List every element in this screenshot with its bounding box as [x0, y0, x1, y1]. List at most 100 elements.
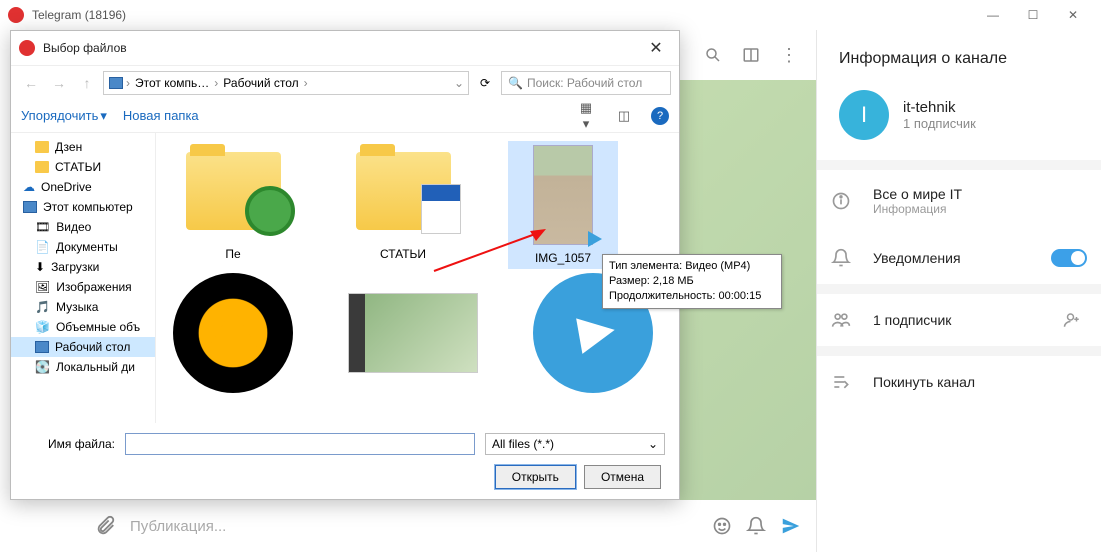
file-grid: Пе СТАТЬИ IMG_1057 — [156, 133, 679, 423]
nav-forward-icon[interactable]: → — [47, 75, 71, 91]
emoji-icon[interactable] — [712, 516, 732, 536]
documents-icon: 📄 — [35, 240, 50, 254]
file-tile-folder-stati[interactable]: СТАТЬИ — [338, 141, 468, 269]
window-titlebar: Telegram (18196) — ☐ ✕ — [0, 0, 1101, 30]
leave-channel-label: Покинуть канал — [873, 374, 1087, 390]
channel-name: it-tehnik — [903, 99, 976, 116]
desktop-icon — [35, 341, 49, 353]
cancel-button[interactable]: Отмена — [584, 465, 661, 489]
file-tooltip: Тип элемента: Видео (MP4) Размер: 2,18 М… — [602, 254, 782, 309]
search-placeholder: Поиск: Рабочий стол — [527, 76, 642, 90]
pc-icon — [108, 75, 124, 91]
disk-icon: 💽 — [35, 360, 50, 374]
notifications-label: Уведомления — [873, 250, 1033, 266]
info-panel-title: Информация о канале — [817, 30, 1101, 82]
more-icon[interactable]: ⋮ — [780, 45, 798, 66]
subscribers-label: 1 подписчик — [873, 312, 1045, 328]
tree-item-dzen[interactable]: Дзен — [11, 137, 155, 157]
tree-item-video[interactable]: 🎞Видео — [11, 217, 155, 237]
channel-avatar[interactable]: I — [839, 90, 889, 140]
info-about-row[interactable]: Все о мире IT Информация — [817, 170, 1101, 232]
file-label: СТАТЬИ — [338, 247, 468, 261]
nav-up-icon[interactable]: ↑ — [75, 75, 99, 91]
minimize-button[interactable]: — — [973, 0, 1013, 30]
tree-item-music[interactable]: 🎵Музыка — [11, 297, 155, 317]
close-button[interactable]: ✕ — [1053, 0, 1093, 30]
onedrive-icon: ☁ — [23, 180, 35, 194]
video-icon: 🎞 — [35, 220, 50, 234]
filename-label: Имя файла: — [25, 437, 115, 451]
folder-icon — [35, 141, 49, 153]
nav-refresh-icon[interactable]: ⟳ — [473, 76, 497, 90]
tree-item-onedrive[interactable]: ☁OneDrive — [11, 177, 155, 197]
view-mode-icon[interactable]: ▦ ▾ — [575, 100, 597, 132]
app-logo-icon — [8, 7, 24, 23]
images-icon: 🖼 — [35, 280, 50, 294]
dialog-title: Выбор файлов — [43, 41, 641, 55]
file-tile-video-img1057[interactable]: IMG_1057 — [508, 141, 618, 269]
channel-subscriber-count: 1 подписчик — [903, 116, 976, 131]
dialog-close-button[interactable]: ✕ — [641, 38, 671, 58]
search-icon[interactable] — [704, 46, 722, 64]
file-dialog: Выбор файлов ✕ ← → ↑ › Этот компь… › Раб… — [10, 30, 680, 500]
folder-icon — [35, 161, 49, 173]
folder-tree: Дзен СТАТЬИ ☁OneDrive Этот компьютер 🎞Ви… — [11, 133, 156, 423]
info-subscribers-row[interactable]: 1 подписчик — [817, 294, 1101, 346]
pc-icon — [23, 201, 37, 213]
file-label: Пе — [168, 247, 298, 261]
people-icon — [831, 310, 855, 330]
dialog-app-icon — [19, 40, 35, 56]
maximize-button[interactable]: ☐ — [1013, 0, 1053, 30]
filename-input[interactable] — [125, 433, 475, 455]
mute-icon[interactable] — [746, 516, 766, 536]
sidebar-toggle-icon[interactable] — [742, 46, 760, 64]
send-icon[interactable] — [780, 515, 802, 537]
leave-channel-row[interactable]: Покинуть канал — [817, 356, 1101, 408]
tooltip-line: Тип элемента: Видео (MP4) — [609, 259, 775, 274]
dialog-search-input[interactable]: 🔍 Поиск: Рабочий стол — [501, 71, 671, 95]
tooltip-line: Продолжительность: 00:00:15 — [609, 289, 775, 304]
breadcrumb-root[interactable]: Этот компь… — [132, 76, 212, 90]
add-person-icon[interactable] — [1063, 311, 1087, 329]
leave-icon — [831, 372, 855, 392]
search-small-icon: 🔍 — [508, 76, 523, 90]
help-icon[interactable]: ? — [651, 107, 669, 125]
bell-icon — [831, 248, 855, 268]
attach-icon[interactable] — [94, 515, 116, 537]
tree-item-documents[interactable]: 📄Документы — [11, 237, 155, 257]
notifications-toggle[interactable] — [1051, 249, 1087, 267]
file-tile-aimp[interactable] — [168, 283, 298, 389]
file-tile-screenshot[interactable] — [338, 283, 488, 389]
chevron-down-icon: ▾ — [100, 108, 107, 124]
info-notifications-row[interactable]: Уведомления — [817, 232, 1101, 284]
tooltip-line: Размер: 2,18 МБ — [609, 274, 775, 289]
tree-item-desktop[interactable]: Рабочий стол — [11, 337, 155, 357]
file-label: IMG_1057 — [512, 251, 614, 265]
tree-item-local-disk[interactable]: 💽Локальный ди — [11, 357, 155, 377]
open-button[interactable]: Открыть — [495, 465, 576, 489]
info-icon — [831, 191, 855, 211]
tree-item-volumes[interactable]: 🧊Объемные объ — [11, 317, 155, 337]
info-about-sublabel: Информация — [873, 202, 1087, 216]
tree-item-downloads[interactable]: ⬇Загрузки — [11, 257, 155, 277]
downloads-icon: ⬇ — [35, 260, 45, 274]
organize-menu[interactable]: Упорядочить▾ — [21, 108, 107, 124]
tree-item-this-pc[interactable]: Этот компьютер — [11, 197, 155, 217]
breadcrumb-folder[interactable]: Рабочий стол — [220, 76, 301, 90]
message-input[interactable]: Публикация... — [130, 518, 698, 535]
chevron-down-icon: ⌄ — [648, 437, 658, 451]
file-tile-folder-pe[interactable]: Пе — [168, 141, 298, 269]
breadcrumb-dropdown-icon[interactable]: ⌄ — [454, 76, 464, 90]
app-title: Telegram (18196) — [32, 8, 973, 22]
tree-item-stati[interactable]: СТАТЬИ — [11, 157, 155, 177]
info-about-text: Все о мире IT — [873, 186, 1087, 202]
music-icon: 🎵 — [35, 300, 50, 314]
new-folder-button[interactable]: Новая папка — [123, 108, 199, 123]
breadcrumb-bar[interactable]: › Этот компь… › Рабочий стол › ⌄ — [103, 71, 469, 95]
cube-icon: 🧊 — [35, 320, 50, 334]
preview-pane-icon[interactable]: ◫ — [613, 108, 635, 124]
tree-item-images[interactable]: 🖼Изображения — [11, 277, 155, 297]
play-badge-icon — [588, 231, 602, 247]
file-filter-select[interactable]: All files (*.*)⌄ — [485, 433, 665, 455]
nav-back-icon[interactable]: ← — [19, 75, 43, 91]
